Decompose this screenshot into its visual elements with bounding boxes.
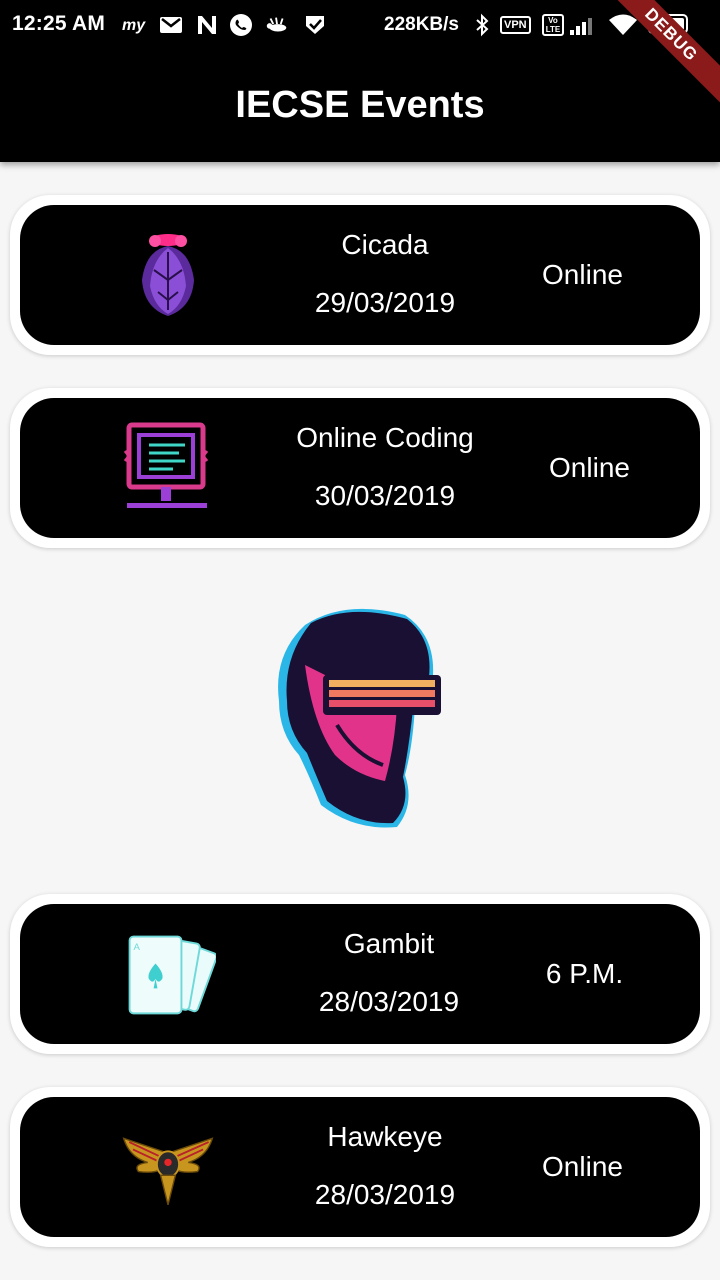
network-speed: 228KB/s (384, 14, 459, 35)
event-name: Cicada (341, 229, 429, 260)
event-card-body[interactable]: A Gambit 28/03/2019 6 P.M. (20, 904, 700, 1044)
page-title: IECSE Events (235, 84, 485, 126)
event-status: 6 P.M. (545, 958, 624, 989)
event-status: Online (542, 1151, 623, 1182)
event-name: Hawkeye (327, 1121, 443, 1152)
status-time: 12:25 AM (12, 12, 106, 35)
vpn-icon: VPN (500, 12, 531, 38)
hawk-emblem-icon (120, 1119, 216, 1215)
event-name: Gambit (343, 928, 435, 959)
event-date: 28/03/2019 (314, 1179, 456, 1210)
event-status: Online (542, 259, 623, 290)
computer-code-icon (120, 420, 216, 516)
app-bar: IECSE Events (0, 52, 720, 162)
event-card-body[interactable]: Hawkeye 28/03/2019 Online (20, 1097, 700, 1237)
svg-text:my: my (122, 17, 146, 34)
bluetooth-icon (474, 12, 490, 38)
cicada-icon (120, 227, 216, 323)
volte-icon: Vo LTE (542, 12, 564, 38)
bug-notification-icon (264, 12, 290, 38)
news-notification-icon (194, 12, 220, 38)
myntra-notification-icon: my (122, 12, 148, 38)
svg-text:A: A (133, 942, 140, 953)
task-notification-icon (302, 12, 328, 38)
status-bar: 12:25 AM my 228KB/s VPN Vo LTE (0, 0, 720, 52)
whatsapp-notification-icon (228, 12, 254, 38)
event-card-hawkeye[interactable]: Hawkeye 28/03/2019 Online (10, 1087, 710, 1247)
signal-icon (568, 12, 598, 38)
event-date: 30/03/2019 (314, 480, 456, 511)
event-card-body[interactable]: Cicada 29/03/2019 Online (20, 205, 700, 345)
vpn-label: VPN (500, 16, 531, 34)
playing-cards-icon: A (120, 926, 216, 1022)
event-card-body[interactable]: Online Coding 30/03/2019 Online (20, 398, 700, 538)
volte-label: Vo LTE (542, 14, 564, 36)
event-status: Online (549, 452, 630, 483)
event-card-cicada[interactable]: Cicada 29/03/2019 Online (10, 195, 710, 355)
event-card-gambit[interactable]: A Gambit 28/03/2019 6 P.M. (10, 894, 710, 1054)
gmail-notification-icon (158, 12, 184, 38)
event-date: 29/03/2019 (314, 287, 456, 318)
event-date: 28/03/2019 (318, 986, 460, 1017)
event-name: Online Coding (296, 422, 474, 453)
cyber-face-logo (265, 605, 455, 835)
event-card-online-coding[interactable]: Online Coding 30/03/2019 Online (10, 388, 710, 548)
